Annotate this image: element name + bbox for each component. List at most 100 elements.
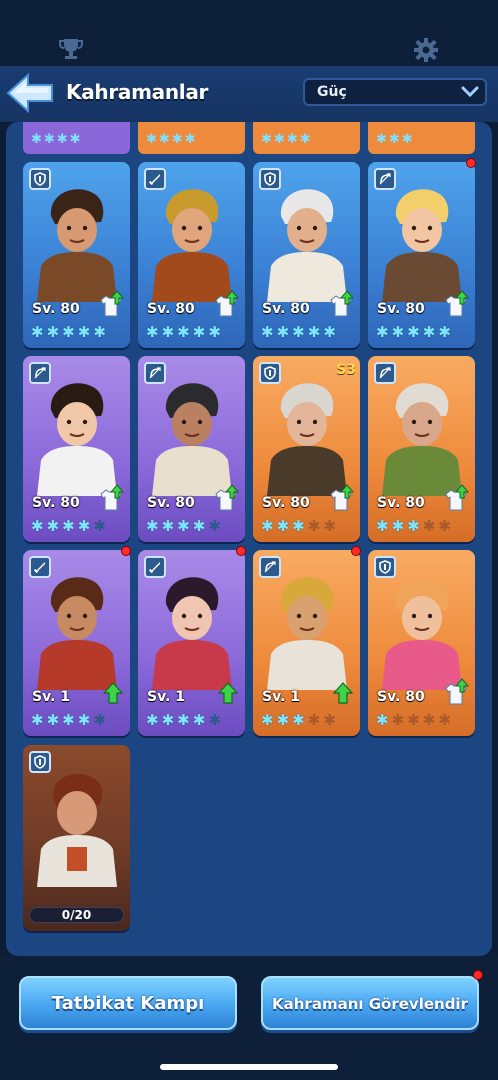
chevron-down-icon [461, 86, 479, 98]
hero-card[interactable]: Sv. 80 ✱ ✱ ✱ ✱ ✱ [23, 356, 130, 542]
hero-shard-progress: 0/20 [29, 907, 124, 923]
hero-portrait [37, 383, 117, 496]
gear-upgrade-icon [445, 484, 470, 511]
gear-upgrade-icon [215, 484, 240, 511]
hero-level: Sv. 80 [147, 301, 195, 317]
star-icon: ✱ [77, 323, 91, 341]
star-icon: ✱ [192, 711, 206, 729]
hero-grid-panel[interactable]: ✱✱✱✱ ✱✱✱✱ ✱✱✱✱ ✱✱✱ Sv. 80 ✱ ✱ ✱ ✱ ✱ Sv. 80 ✱ ✱ ✱ ✱… [6, 122, 492, 956]
star-icon: ✱ [177, 711, 190, 729]
hero-star-rating: ✱ ✱ ✱ ✱ ✱ [31, 518, 106, 534]
star-icon: ✱ [292, 711, 305, 729]
notification-dot [121, 546, 131, 556]
star-icon: ✱ [208, 517, 221, 535]
hero-star-rating: ✱ ✱ ✱ ✱ ✱ [31, 324, 106, 340]
star-icon: ✱ [161, 517, 175, 535]
hero-portrait [267, 383, 347, 496]
gear-upgrade-icon [100, 484, 125, 511]
hero-portrait [37, 577, 117, 690]
hero-card[interactable]: Sv. 1 ✱ ✱ ✱ ✱ ✱ [138, 550, 245, 736]
hero-card[interactable]: Sv. 80 ✱ ✱ ✱ ✱ ✱ [368, 550, 475, 736]
hero-star-rating: ✱ ✱ ✱ ✱ ✱ [261, 518, 336, 534]
top-bar [0, 0, 498, 66]
gear-icon[interactable] [414, 38, 438, 62]
hero-card[interactable]: S3 Sv. 80 ✱ ✱ ✱ ✱ ✱ [253, 356, 360, 542]
sort-dropdown-value: Güç [317, 84, 347, 100]
star-icon: ✱ [161, 323, 175, 341]
hero-card-locked[interactable]: 0/20 [23, 745, 130, 931]
gear-upgrade-icon [215, 290, 240, 317]
star-icon: ✱ [422, 517, 436, 535]
level-up-arrow-icon [103, 682, 123, 704]
notification-dot [351, 546, 361, 556]
hero-card-peek[interactable]: ✱✱✱✱ [253, 122, 360, 154]
hero-card[interactable]: Sv. 80 ✱ ✱ ✱ ✱ ✱ [368, 162, 475, 348]
assign-hero-button[interactable]: Kahramanı Görevlendir [261, 976, 479, 1030]
hero-portrait [152, 189, 232, 302]
hero-card[interactable]: Sv. 80 ✱ ✱ ✱ ✱ ✱ [253, 162, 360, 348]
star-icon: ✱ [391, 323, 405, 341]
hero-card[interactable]: Sv. 80 ✱ ✱ ✱ ✱ ✱ [368, 356, 475, 542]
hero-portrait [382, 383, 462, 496]
hero-star-rating: ✱ ✱ ✱ ✱ ✱ [146, 518, 221, 534]
training-camp-label: Tatbikat Kampı [51, 993, 205, 1014]
trophy-icon[interactable] [58, 38, 84, 60]
hero-portrait [382, 577, 462, 690]
hero-portrait [267, 189, 347, 302]
hero-card-peek[interactable]: ✱✱✱✱ [23, 122, 130, 154]
star-icon: ✱ [407, 517, 420, 535]
star-icon: ✱ [292, 323, 305, 341]
hero-card[interactable]: Sv. 1 ✱ ✱ ✱ ✱ ✱ [23, 550, 130, 736]
hero-card[interactable]: Sv. 80 ✱ ✱ ✱ ✱ ✱ [23, 162, 130, 348]
hero-portrait [152, 577, 232, 690]
star-icon: ✱ [46, 711, 60, 729]
level-up-arrow-icon [218, 682, 238, 704]
hero-card[interactable]: Sv. 1 ✱ ✱ ✱ ✱ ✱ [253, 550, 360, 736]
sort-dropdown[interactable]: Güç [303, 78, 487, 106]
hero-level: Sv. 80 [32, 495, 80, 511]
hero-portrait [382, 189, 462, 302]
star-icon: ✱ [93, 711, 106, 729]
star-icon: ✱ [323, 711, 336, 729]
hero-level: Sv. 80 [377, 301, 425, 317]
page-title: Kahramanlar [66, 80, 209, 104]
star-icon: ✱ [31, 517, 44, 535]
star-icon: ✱ [407, 711, 420, 729]
star-icon: ✱ [46, 323, 60, 341]
star-icon: ✱ [276, 517, 290, 535]
hero-card-peek[interactable]: ✱✱✱✱ [138, 122, 245, 154]
star-icon: ✱ [391, 517, 405, 535]
star-icon: ✱ [292, 517, 305, 535]
assign-hero-label: Kahramanı Görevlendir [272, 995, 468, 1013]
training-camp-button[interactable]: Tatbikat Kampı [19, 976, 237, 1030]
star-icon: ✱ [46, 517, 60, 535]
star-icon: ✱ [177, 517, 190, 535]
star-icon: ✱ [323, 517, 336, 535]
star-icon: ✱ [177, 323, 190, 341]
home-indicator [160, 1064, 338, 1070]
back-arrow-icon[interactable] [6, 72, 54, 114]
hero-level: Sv. 1 [32, 689, 71, 705]
star-icon: ✱ [31, 323, 44, 341]
hero-level: Sv. 80 [147, 495, 195, 511]
hero-level: Sv. 80 [262, 301, 310, 317]
star-icon: ✱ [438, 323, 451, 341]
star-icon: ✱ [77, 711, 91, 729]
gear-upgrade-icon [445, 290, 470, 317]
hero-card-peek[interactable]: ✱✱✱ [368, 122, 475, 154]
star-icon: ✱ [31, 711, 44, 729]
star-icon: ✱ [307, 711, 321, 729]
star-icon: ✱ [62, 517, 75, 535]
hero-level: Sv. 1 [147, 689, 186, 705]
star-icon: ✱ [62, 711, 75, 729]
star-icon: ✱ [438, 517, 451, 535]
hero-level: Sv. 80 [377, 689, 425, 705]
level-up-arrow-icon [333, 682, 353, 704]
hero-card[interactable]: Sv. 80 ✱ ✱ ✱ ✱ ✱ [138, 162, 245, 348]
hero-star-rating: ✱ ✱ ✱ ✱ ✱ [376, 712, 451, 728]
hero-level: Sv. 80 [262, 495, 310, 511]
star-icon: ✱ [192, 517, 206, 535]
hero-card[interactable]: Sv. 80 ✱ ✱ ✱ ✱ ✱ [138, 356, 245, 542]
hero-star-rating: ✱ ✱ ✱ ✱ ✱ [261, 712, 336, 728]
hero-star-rating: ✱ ✱ ✱ ✱ ✱ [376, 518, 451, 534]
